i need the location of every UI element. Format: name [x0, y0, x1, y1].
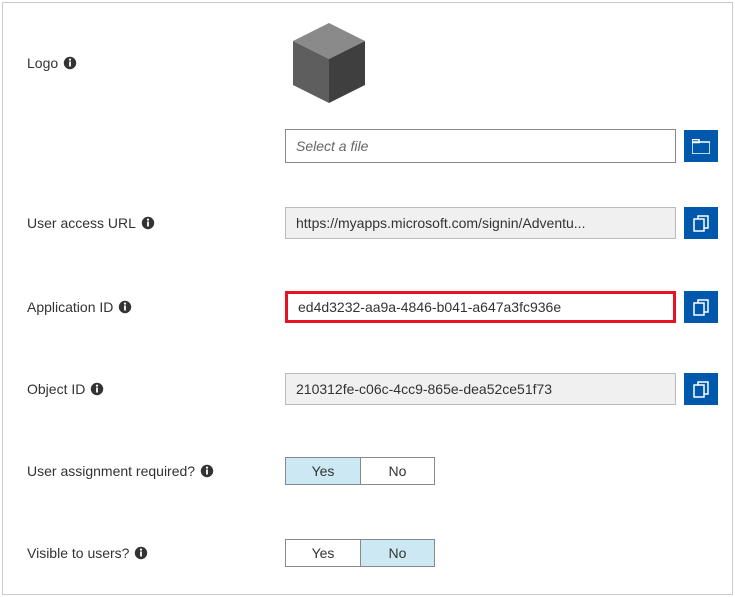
- logo-label-group: Logo: [27, 55, 285, 71]
- user-assignment-toggle: Yes No: [285, 457, 435, 485]
- info-icon[interactable]: [90, 382, 104, 396]
- browse-button[interactable]: [684, 130, 718, 162]
- application-id-label: Application ID: [27, 299, 113, 315]
- info-icon[interactable]: [63, 56, 77, 70]
- visible-to-users-toggle: Yes No: [285, 539, 435, 567]
- visible-yes[interactable]: Yes: [286, 540, 360, 566]
- object-id-field-group: 210312fe-c06c-4cc9-865e-dea52ce51f73: [285, 373, 718, 405]
- info-icon[interactable]: [200, 464, 214, 478]
- info-icon[interactable]: [118, 300, 132, 314]
- properties-panel: Logo Select a file: [2, 2, 733, 595]
- file-placeholder: Select a file: [296, 138, 368, 154]
- application-id-field-group: ed4d3232-aa9a-4846-b041-a647a3fc936e: [285, 291, 718, 323]
- visible-to-users-row: Visible to users? Yes No: [3, 539, 732, 567]
- copy-icon: [693, 215, 710, 232]
- logo-preview-col: [285, 19, 718, 107]
- user-access-url-label: User access URL: [27, 215, 136, 231]
- file-select-row: Select a file: [3, 129, 732, 163]
- user-access-url-field-group: https://myapps.microsoft.com/signin/Adve…: [285, 207, 718, 239]
- user-assignment-label: User assignment required?: [27, 463, 195, 479]
- copy-user-access-url-button[interactable]: [684, 207, 718, 239]
- application-id-value: ed4d3232-aa9a-4846-b041-a647a3fc936e: [285, 291, 676, 323]
- user-assignment-label-group: User assignment required?: [27, 463, 285, 479]
- user-access-url-label-group: User access URL: [27, 215, 285, 231]
- user-assignment-yes[interactable]: Yes: [286, 458, 360, 484]
- logo-label: Logo: [27, 55, 58, 71]
- visible-to-users-toggle-group: Yes No: [285, 539, 718, 567]
- user-assignment-no[interactable]: No: [360, 458, 434, 484]
- application-id-row: Application ID ed4d3232-aa9a-4846-b041-a…: [3, 291, 732, 323]
- copy-object-id-button[interactable]: [684, 373, 718, 405]
- file-field-group: Select a file: [285, 129, 718, 163]
- copy-application-id-button[interactable]: [684, 291, 718, 323]
- file-select-input[interactable]: Select a file: [285, 129, 676, 163]
- info-icon[interactable]: [134, 546, 148, 560]
- user-assignment-toggle-group: Yes No: [285, 457, 718, 485]
- folder-icon: [692, 139, 710, 154]
- visible-no[interactable]: No: [360, 540, 434, 566]
- application-id-label-group: Application ID: [27, 299, 285, 315]
- copy-icon: [693, 381, 710, 398]
- user-access-url-value: https://myapps.microsoft.com/signin/Adve…: [285, 207, 676, 239]
- object-id-row: Object ID 210312fe-c06c-4cc9-865e-dea52c…: [3, 373, 732, 405]
- user-access-url-row: User access URL https://myapps.microsoft…: [3, 207, 732, 239]
- logo-row: Logo: [3, 3, 732, 123]
- object-id-label-group: Object ID: [27, 381, 285, 397]
- copy-icon: [693, 299, 710, 316]
- object-id-value: 210312fe-c06c-4cc9-865e-dea52ce51f73: [285, 373, 676, 405]
- object-id-label: Object ID: [27, 381, 85, 397]
- logo-cube-icon: [285, 19, 373, 107]
- user-assignment-row: User assignment required? Yes No: [3, 457, 732, 485]
- visible-to-users-label: Visible to users?: [27, 545, 129, 561]
- info-icon[interactable]: [141, 216, 155, 230]
- visible-to-users-label-group: Visible to users?: [27, 545, 285, 561]
